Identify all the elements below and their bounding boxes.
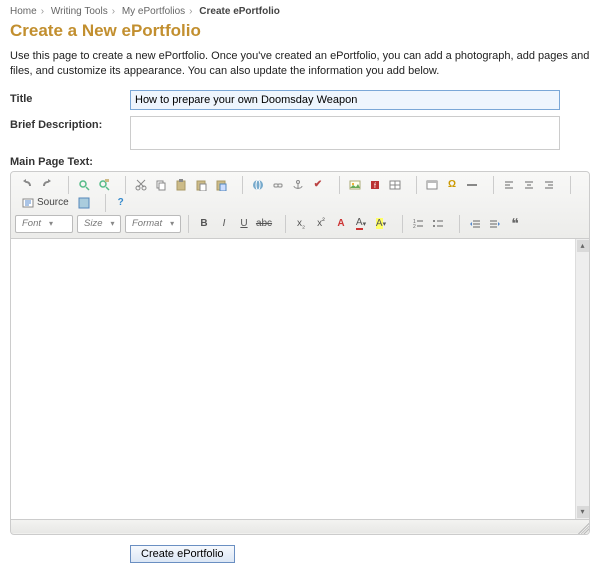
blockquote-icon[interactable]: ❝ [506,215,524,233]
svg-text:2: 2 [413,224,416,230]
bold-icon[interactable]: B [195,215,213,233]
rich-text-editor: ✔ f Ω S [10,171,590,535]
find-icon[interactable] [75,176,93,194]
indent-icon[interactable] [486,215,504,233]
label-main-page-text: Main Page Text: [10,156,590,168]
editor-scrollbar[interactable]: ▴ ▾ [575,239,589,519]
italic-icon[interactable]: I [215,215,233,233]
intro-text: Use this page to create a new ePortfolio… [10,49,590,80]
scroll-up-icon[interactable]: ▴ [577,240,589,252]
paste-text-icon[interactable] [192,176,210,194]
remove-format-icon[interactable]: A [332,215,350,233]
create-eportfolio-button[interactable]: Create ePortfolio [130,545,235,563]
replace-icon[interactable] [95,176,113,194]
align-left-icon[interactable] [500,176,518,194]
cut-icon[interactable] [132,176,150,194]
undo-icon[interactable] [18,176,36,194]
copy-icon[interactable] [152,176,170,194]
title-input[interactable] [130,90,560,110]
paste-icon[interactable] [172,176,190,194]
editor-footer [11,519,589,533]
bulleted-list-icon[interactable] [429,215,447,233]
brief-description-input[interactable] [130,116,560,150]
outdent-icon[interactable] [466,215,484,233]
image-icon[interactable] [346,176,364,194]
format-combo[interactable]: Format▾ [125,215,181,233]
paste-word-icon[interactable] [212,176,230,194]
spellcheck-icon[interactable]: ✔ [309,176,327,194]
align-center-icon[interactable] [520,176,538,194]
align-right-icon[interactable] [540,176,558,194]
strike-icon[interactable]: abc [255,215,273,233]
scroll-down-icon[interactable]: ▾ [577,506,589,518]
unlink-icon[interactable] [269,176,287,194]
maximize-icon[interactable] [75,194,93,212]
anchor-icon[interactable] [289,176,307,194]
breadcrumb-link[interactable]: Writing Tools [51,6,108,17]
subscript-icon[interactable]: x₂ [292,215,310,233]
editor-toolbar: ✔ f Ω S [11,172,589,239]
help-icon[interactable]: ? [112,194,130,212]
source-button[interactable]: Source [17,195,74,211]
link-icon[interactable] [249,176,267,194]
resize-grip-icon[interactable] [575,520,589,534]
breadcrumb-current: Create ePortfolio [199,6,280,17]
font-size-combo[interactable]: Size▾ [77,215,121,233]
text-color-icon[interactable]: A▾ [352,215,370,233]
horizontal-rule-icon[interactable] [463,176,481,194]
bg-color-icon[interactable]: A▾ [372,215,390,233]
underline-icon[interactable]: U [235,215,253,233]
page-title: Create a New ePortfolio [10,21,590,41]
label-title: Title [10,90,130,105]
table-icon[interactable] [386,176,404,194]
label-brief-description: Brief Description: [10,116,130,131]
flash-icon[interactable]: f [366,176,384,194]
font-family-combo[interactable]: Font▾ [15,215,73,233]
breadcrumb-link[interactable]: My ePortfolios [122,6,185,17]
special-char-icon[interactable]: Ω [443,176,461,194]
superscript-icon[interactable]: x² [312,215,330,233]
breadcrumb: Home› Writing Tools› My ePortfolios› Cre… [10,6,590,17]
main-page-text-input[interactable] [11,239,575,519]
svg-text:f: f [374,183,376,190]
breadcrumb-link[interactable]: Home [10,6,37,17]
redo-icon[interactable] [38,176,56,194]
numbered-list-icon[interactable]: 12 [409,215,427,233]
iframe-icon[interactable] [423,176,441,194]
